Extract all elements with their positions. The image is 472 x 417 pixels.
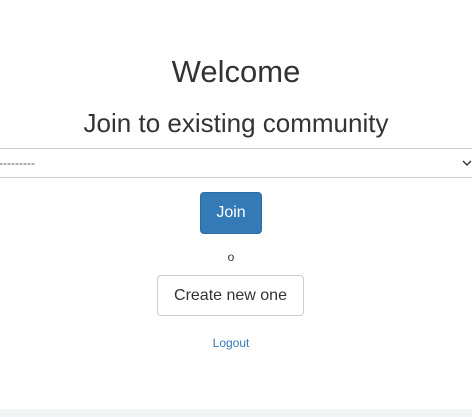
create-new-community-button[interactable]: Create new one: [157, 275, 304, 316]
join-community-heading: Join to existing community: [83, 108, 389, 138]
logout-link[interactable]: Logout: [213, 336, 250, 350]
welcome-heading: Welcome: [171, 54, 301, 89]
bottom-strip: [0, 409, 472, 417]
logout-container: Logout: [0, 336, 462, 350]
community-select-value: ---------: [0, 156, 35, 170]
chevron-down-icon: [462, 160, 472, 166]
or-separator: o: [227, 250, 235, 264]
community-select[interactable]: ---------: [0, 148, 472, 178]
join-button[interactable]: Join: [200, 192, 262, 234]
